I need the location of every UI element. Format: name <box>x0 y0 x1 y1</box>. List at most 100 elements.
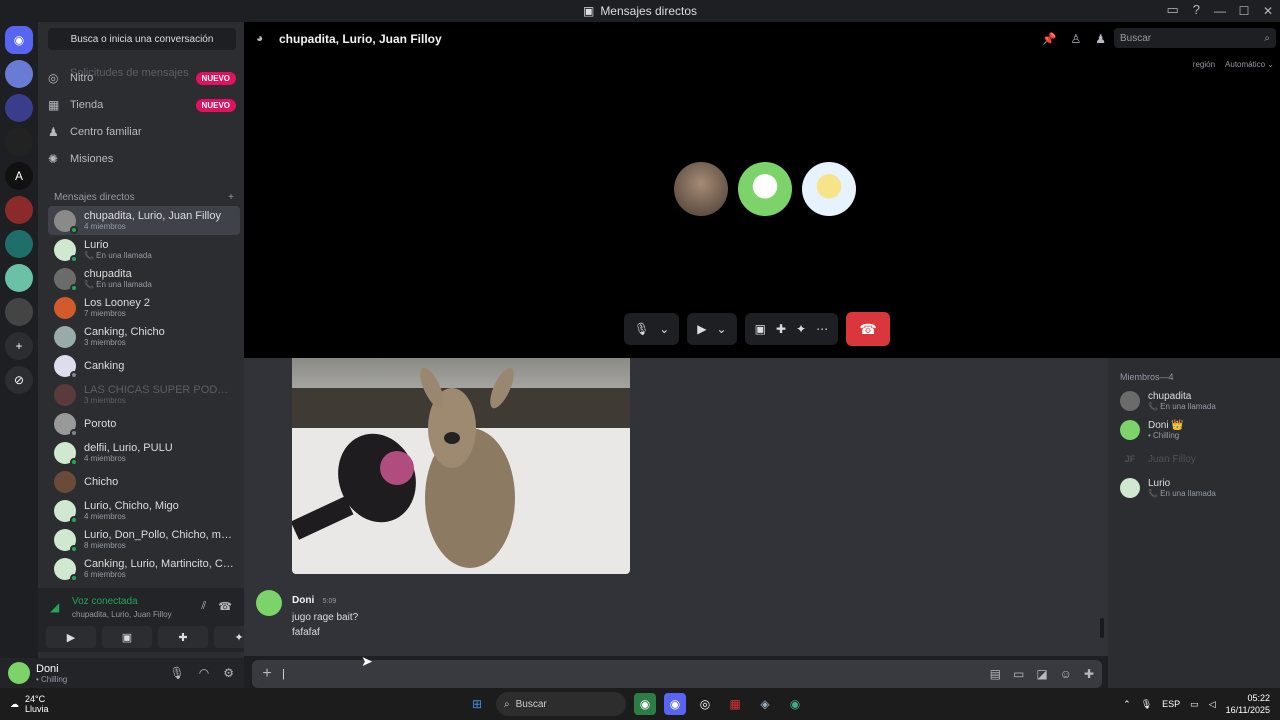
deer-gif-image[interactable] <box>292 358 630 574</box>
emoji-icon[interactable]: ☺ <box>1060 667 1072 681</box>
server-icon[interactable] <box>5 196 33 224</box>
gift-icon[interactable]: ▤ <box>990 667 1001 681</box>
soundboard-icon[interactable]: ✦ <box>796 322 806 336</box>
network-icon[interactable]: ▭ <box>1190 699 1199 710</box>
headphones-icon[interactable]: ◠ <box>199 666 209 680</box>
chrome-icon[interactable]: ◉ <box>634 693 656 715</box>
microphone-icon[interactable]: 🎙 <box>170 666 185 680</box>
avatar <box>54 528 78 553</box>
camera-off-icon[interactable]: ▶ <box>697 322 706 336</box>
dm-item[interactable]: Canking <box>48 351 240 380</box>
server-icon[interactable] <box>5 264 33 292</box>
dm-item[interactable]: Canking, Lurio, Martincito, Ch... 6 miemb… <box>48 554 240 583</box>
activities-icon[interactable]: ✚ <box>776 322 786 336</box>
share-screen-button[interactable]: ▣ <box>102 626 152 648</box>
inbox-icon[interactable]: ▭ <box>1166 2 1178 18</box>
language-indicator[interactable]: ESP <box>1162 699 1180 709</box>
maximize-button[interactable]: ☐ <box>1232 4 1256 18</box>
members-icon[interactable]: ♟ <box>1095 32 1106 46</box>
call-avatar[interactable] <box>674 162 728 216</box>
close-button[interactable]: ✕ <box>1256 4 1280 18</box>
dm-item[interactable]: LAS CHICAS SUPER PODERO... 3 miembros <box>48 380 240 409</box>
settings-icon[interactable]: ⚙ <box>223 666 234 680</box>
member-item[interactable]: chupadita 📞 En una llamada <box>1120 388 1270 414</box>
message-text: jugo rage bait? <box>292 612 359 623</box>
chevron-down-icon[interactable]: ⌄ <box>659 322 669 336</box>
dm-item[interactable]: Lurio, Don_Pollo, Chicho, ma... 8 miembro… <box>48 525 240 554</box>
dm-item[interactable]: chupadita 📞 En una llamada <box>48 264 240 293</box>
clock[interactable]: 05:22 16/11/2025 <box>1226 692 1270 716</box>
avatar <box>54 557 78 582</box>
nav-item-family-center[interactable]: ♟ Centro familiar <box>48 120 236 144</box>
find-conversation-button[interactable]: Busca o inicia una conversación <box>48 28 236 50</box>
weather-widget[interactable]: ☁ 24°C Lluvia <box>10 694 49 714</box>
call-avatar[interactable] <box>738 162 792 216</box>
server-icon[interactable] <box>5 128 33 156</box>
noise-suppression-icon[interactable]: ⫽ <box>201 600 206 613</box>
chevron-down-icon[interactable]: ⌄ <box>717 322 727 336</box>
hang-up-button[interactable]: ☎ <box>846 312 891 346</box>
server-folder-icon[interactable] <box>5 298 33 326</box>
volume-icon[interactable]: ◁ <box>1209 699 1216 710</box>
member-list-header: Miembros—4 <box>1120 372 1174 382</box>
dm-item[interactable]: delfii, Lurio, PULU 4 miembros <box>48 438 240 467</box>
voice-channel-name: chupadita, Lurio, Juan Filloy <box>72 610 172 619</box>
add-friends-icon[interactable]: ♙ <box>1070 32 1081 46</box>
region-selector[interactable]: región Automático ⌄ <box>1193 60 1274 69</box>
dm-item[interactable]: Poroto <box>48 409 240 438</box>
member-item[interactable]: JF Juan Filloy <box>1120 446 1270 472</box>
server-icon[interactable] <box>5 60 33 88</box>
member-item[interactable]: Lurio 📞 En una llamada <box>1120 475 1270 501</box>
chrome-icon[interactable]: ◉ <box>784 693 806 715</box>
shop-icon: ▦ <box>48 98 60 112</box>
nav-item-nitro[interactable]: ◎ Nitro NUEVO <box>48 66 236 90</box>
apps-icon[interactable]: ✚ <box>1084 667 1094 681</box>
toggle-camera-button[interactable]: ▶ <box>46 626 96 648</box>
discord-home-icon[interactable]: ◉ <box>5 26 33 54</box>
activities-button[interactable]: ✚ <box>158 626 208 648</box>
add-server-icon[interactable]: + <box>5 332 33 360</box>
dm-item[interactable]: Los Looney 27 miembros <box>48 293 240 322</box>
attach-icon[interactable]: + <box>252 665 282 683</box>
call-area: región Automático ⌄ 🎙 ⌄ ▶ ⌄ ▣ ✚ ✦ ⋯ ☎ <box>244 56 1280 358</box>
avatar[interactable] <box>8 662 30 684</box>
dm-icon: ▣ <box>582 4 595 18</box>
signal-icon[interactable]: ◢ <box>50 600 59 614</box>
minimize-button[interactable]: — <box>1208 4 1232 18</box>
voice-connected-label[interactable]: Voz conectada <box>72 596 138 607</box>
add-dm-icon[interactable]: + <box>228 192 234 203</box>
message-author[interactable]: Doni <box>292 595 314 606</box>
discover-icon[interactable]: ⊘ <box>5 366 33 394</box>
search-input[interactable]: Buscar ⌕ <box>1114 28 1276 48</box>
dm-item[interactable]: Lurio 📞 En una llamada <box>48 235 240 264</box>
disconnect-icon[interactable]: ☎ <box>218 600 232 613</box>
microphone-icon[interactable]: 🎙 <box>1141 699 1152 710</box>
gif-icon[interactable]: ▭ <box>1013 667 1024 681</box>
server-icon[interactable] <box>5 94 33 122</box>
avatar[interactable] <box>256 590 282 616</box>
dm-item[interactable]: chupadita, Lurio, Juan Filloy 4 miembros <box>48 206 240 235</box>
call-avatar[interactable] <box>802 162 856 216</box>
dm-item[interactable]: Chicho <box>48 467 240 496</box>
app-icon[interactable]: ▦ <box>724 693 746 715</box>
chevron-up-icon[interactable]: ⌃ <box>1123 699 1131 710</box>
sticker-icon[interactable]: ◪ <box>1036 667 1047 681</box>
pin-icon[interactable]: 📌 <box>1042 32 1057 46</box>
start-icon[interactable]: ⊞ <box>466 693 488 715</box>
nav-item-shop[interactable]: ▦ Tienda NUEVO <box>48 93 236 117</box>
dm-item[interactable]: Canking, Chicho 3 miembros <box>48 322 240 351</box>
steam-icon[interactable]: ◈ <box>754 693 776 715</box>
discord-icon[interactable]: ◉ <box>664 693 686 715</box>
help-icon[interactable]: ? <box>1193 2 1200 18</box>
member-item[interactable]: Doni 👑 • Chilling <box>1120 417 1270 443</box>
nav-item-quests[interactable]: ✺ Misiones <box>48 147 236 171</box>
more-icon[interactable]: ⋯ <box>816 322 828 336</box>
app-icon[interactable]: ◎ <box>694 693 716 715</box>
dm-item[interactable]: Lurio, Chicho, Migo 4 miembros <box>48 496 240 525</box>
microphone-icon[interactable]: 🎙 <box>634 322 649 336</box>
scrollbar[interactable] <box>1100 618 1104 638</box>
server-icon[interactable] <box>5 230 33 258</box>
taskbar-search[interactable]: ⌕ Buscar <box>496 692 626 716</box>
share-screen-icon[interactable]: ▣ <box>755 322 766 336</box>
server-icon[interactable]: A <box>5 162 33 190</box>
